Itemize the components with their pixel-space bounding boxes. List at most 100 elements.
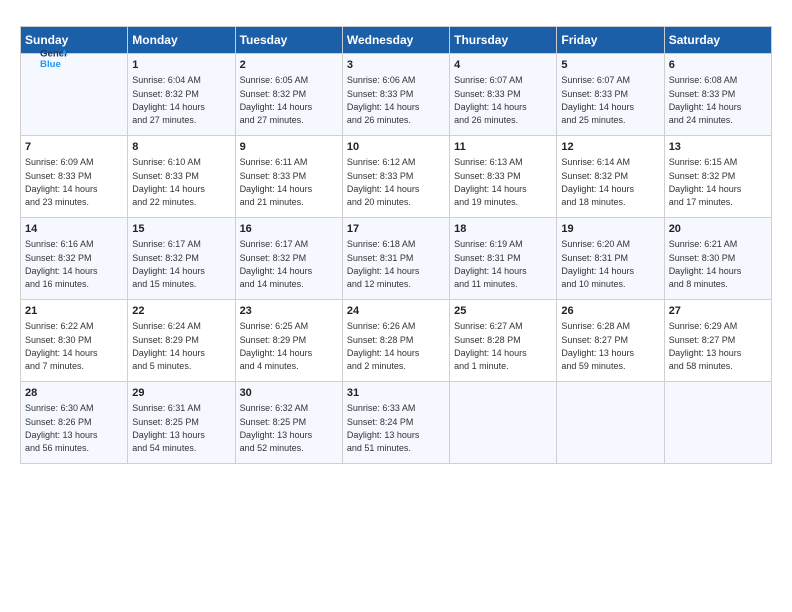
day-info: Sunrise: 6:14 AM Sunset: 8:32 PM Dayligh…: [561, 157, 634, 207]
calendar-cell: 31Sunrise: 6:33 AM Sunset: 8:24 PM Dayli…: [342, 382, 449, 464]
calendar-cell: 14 Sunrise: 6:16 AM Sunset: 8:32 PM Dayli…: [21, 218, 128, 300]
day-number: 9: [240, 140, 338, 155]
day-number: 30: [240, 386, 338, 401]
day-number: 3: [347, 58, 445, 73]
day-info: Sunrise: 6:18 AM Sunset: 8:31 PM Dayligh…: [347, 239, 420, 289]
day-info: Sunrise: 6:12 AM Sunset: 8:33 PM Dayligh…: [347, 157, 420, 207]
day-info: Sunrise: 6:32 AM Sunset: 8:25 PM Dayligh…: [240, 403, 313, 453]
day-number: 12: [561, 140, 659, 155]
calendar-cell: 8 Sunrise: 6:10 AM Sunset: 8:33 PM Daylig…: [128, 136, 235, 218]
day-number: 19: [561, 222, 659, 237]
day-number: 15: [132, 222, 230, 237]
day-number: 6: [669, 58, 767, 73]
day-number: 13: [669, 140, 767, 155]
day-info: Sunrise: 6:26 AM Sunset: 8:28 PM Dayligh…: [347, 321, 420, 371]
day-info: Sunrise: 6:06 AM Sunset: 8:33 PM Dayligh…: [347, 75, 420, 125]
calendar-week-row: 14 Sunrise: 6:16 AM Sunset: 8:32 PM Dayli…: [21, 218, 772, 300]
calendar-cell: 9Sunrise: 6:11 AM Sunset: 8:33 PM Daylig…: [235, 136, 342, 218]
day-info: Sunrise: 6:31 AM Sunset: 8:25 PM Dayligh…: [132, 403, 205, 453]
calendar-cell: 22 Sunrise: 6:24 AM Sunset: 8:29 PM Dayli…: [128, 300, 235, 382]
calendar-cell: 27 Sunrise: 6:29 AM Sunset: 8:27 PM Dayli…: [664, 300, 771, 382]
calendar-cell: 20Sunrise: 6:21 AM Sunset: 8:30 PM Dayli…: [664, 218, 771, 300]
calendar-cell: [664, 382, 771, 464]
day-number: 23: [240, 304, 338, 319]
calendar-cell: 17 Sunrise: 6:18 AM Sunset: 8:31 PM Dayli…: [342, 218, 449, 300]
calendar-cell: 3 Sunrise: 6:06 AM Sunset: 8:33 PM Daylig…: [342, 54, 449, 136]
day-number: 8: [132, 140, 230, 155]
weekday-header: Friday: [557, 27, 664, 54]
day-info: Sunrise: 6:17 AM Sunset: 8:32 PM Dayligh…: [132, 239, 205, 289]
calendar-week-row: 7 Sunrise: 6:09 AM Sunset: 8:33 PM Daylig…: [21, 136, 772, 218]
day-number: 24: [347, 304, 445, 319]
day-info: Sunrise: 6:29 AM Sunset: 8:27 PM Dayligh…: [669, 321, 742, 371]
calendar-cell: 10 Sunrise: 6:12 AM Sunset: 8:33 PM Dayli…: [342, 136, 449, 218]
day-number: 10: [347, 140, 445, 155]
day-info: Sunrise: 6:27 AM Sunset: 8:28 PM Dayligh…: [454, 321, 527, 371]
weekday-header: Sunday: [21, 27, 128, 54]
day-number: 26: [561, 304, 659, 319]
calendar-cell: 26 Sunrise: 6:28 AM Sunset: 8:27 PM Dayli…: [557, 300, 664, 382]
calendar-cell: 2 Sunrise: 6:05 AM Sunset: 8:32 PM Daylig…: [235, 54, 342, 136]
weekday-header: Monday: [128, 27, 235, 54]
calendar-cell: 28 Sunrise: 6:30 AM Sunset: 8:26 PM Dayli…: [21, 382, 128, 464]
calendar-cell: 16 Sunrise: 6:17 AM Sunset: 8:32 PM Dayli…: [235, 218, 342, 300]
day-number: 14: [25, 222, 123, 237]
calendar-cell: 23 Sunrise: 6:25 AM Sunset: 8:29 PM Dayli…: [235, 300, 342, 382]
calendar-cell: [557, 382, 664, 464]
calendar-cell: 7 Sunrise: 6:09 AM Sunset: 8:33 PM Daylig…: [21, 136, 128, 218]
day-info: Sunrise: 6:19 AM Sunset: 8:31 PM Dayligh…: [454, 239, 527, 289]
day-info: Sunrise: 6:17 AM Sunset: 8:32 PM Dayligh…: [240, 239, 313, 289]
calendar-cell: 15 Sunrise: 6:17 AM Sunset: 8:32 PM Dayli…: [128, 218, 235, 300]
calendar-table: SundayMondayTuesdayWednesdayThursdayFrid…: [20, 26, 772, 464]
day-info: Sunrise: 6:30 AM Sunset: 8:26 PM Dayligh…: [25, 403, 98, 453]
day-info: Sunrise: 6:24 AM Sunset: 8:29 PM Dayligh…: [132, 321, 205, 371]
day-info: Sunrise: 6:28 AM Sunset: 8:27 PM Dayligh…: [561, 321, 634, 371]
day-info: Sunrise: 6:15 AM Sunset: 8:32 PM Dayligh…: [669, 157, 742, 207]
day-number: 2: [240, 58, 338, 73]
day-number: 7: [25, 140, 123, 155]
day-number: 17: [347, 222, 445, 237]
calendar-cell: 25Sunrise: 6:27 AM Sunset: 8:28 PM Dayli…: [450, 300, 557, 382]
day-info: Sunrise: 6:07 AM Sunset: 8:33 PM Dayligh…: [454, 75, 527, 125]
day-info: Sunrise: 6:10 AM Sunset: 8:33 PM Dayligh…: [132, 157, 205, 207]
weekday-header: Wednesday: [342, 27, 449, 54]
day-number: 16: [240, 222, 338, 237]
calendar-cell: 30 Sunrise: 6:32 AM Sunset: 8:25 PM Dayli…: [235, 382, 342, 464]
calendar-week-row: 1 Sunrise: 6:04 AM Sunset: 8:32 PM Daylig…: [21, 54, 772, 136]
day-info: Sunrise: 6:25 AM Sunset: 8:29 PM Dayligh…: [240, 321, 313, 371]
day-info: Sunrise: 6:07 AM Sunset: 8:33 PM Dayligh…: [561, 75, 634, 125]
day-info: Sunrise: 6:16 AM Sunset: 8:32 PM Dayligh…: [25, 239, 98, 289]
day-info: Sunrise: 6:08 AM Sunset: 8:33 PM Dayligh…: [669, 75, 742, 125]
logo: General Blue: [40, 44, 68, 72]
calendar-cell: 5Sunrise: 6:07 AM Sunset: 8:33 PM Daylig…: [557, 54, 664, 136]
day-number: 29: [132, 386, 230, 401]
day-number: 4: [454, 58, 552, 73]
day-info: Sunrise: 6:09 AM Sunset: 8:33 PM Dayligh…: [25, 157, 98, 207]
day-number: 28: [25, 386, 123, 401]
calendar-cell: 4 Sunrise: 6:07 AM Sunset: 8:33 PM Daylig…: [450, 54, 557, 136]
calendar-week-row: 28 Sunrise: 6:30 AM Sunset: 8:26 PM Dayli…: [21, 382, 772, 464]
calendar-cell: 19 Sunrise: 6:20 AM Sunset: 8:31 PM Dayli…: [557, 218, 664, 300]
weekday-header: Saturday: [664, 27, 771, 54]
day-number: 22: [132, 304, 230, 319]
calendar-cell: 13 Sunrise: 6:15 AM Sunset: 8:32 PM Dayli…: [664, 136, 771, 218]
weekday-header: Thursday: [450, 27, 557, 54]
day-info: Sunrise: 6:22 AM Sunset: 8:30 PM Dayligh…: [25, 321, 98, 371]
day-info: Sunrise: 6:04 AM Sunset: 8:32 PM Dayligh…: [132, 75, 205, 125]
day-number: 27: [669, 304, 767, 319]
day-number: 31: [347, 386, 445, 401]
day-info: Sunrise: 6:05 AM Sunset: 8:32 PM Dayligh…: [240, 75, 313, 125]
calendar-header-row: SundayMondayTuesdayWednesdayThursdayFrid…: [21, 27, 772, 54]
svg-text:Blue: Blue: [40, 59, 61, 70]
calendar-cell: 11Sunrise: 6:13 AM Sunset: 8:33 PM Dayli…: [450, 136, 557, 218]
calendar-cell: 6 Sunrise: 6:08 AM Sunset: 8:33 PM Daylig…: [664, 54, 771, 136]
calendar-cell: [450, 382, 557, 464]
calendar-cell: [21, 54, 128, 136]
calendar-cell: 21 Sunrise: 6:22 AM Sunset: 8:30 PM Dayli…: [21, 300, 128, 382]
calendar-cell: 24 Sunrise: 6:26 AM Sunset: 8:28 PM Dayli…: [342, 300, 449, 382]
day-number: 18: [454, 222, 552, 237]
day-number: 1: [132, 58, 230, 73]
day-info: Sunrise: 6:20 AM Sunset: 8:31 PM Dayligh…: [561, 239, 634, 289]
day-number: 21: [25, 304, 123, 319]
weekday-header: Tuesday: [235, 27, 342, 54]
